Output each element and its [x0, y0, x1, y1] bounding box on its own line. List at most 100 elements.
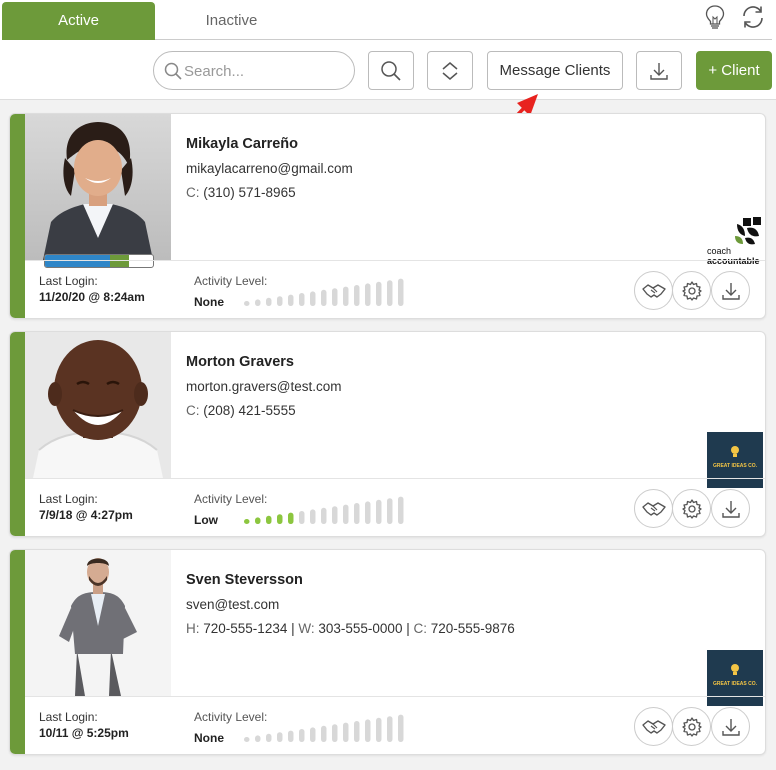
activity-bar [332, 288, 338, 306]
logo-text-coach: coach [707, 246, 731, 256]
client-phones: C: (310) 571-8965 [186, 185, 296, 200]
activity-bar [376, 281, 382, 306]
handshake-button[interactable] [634, 271, 673, 310]
tab-active[interactable]: Active [2, 2, 155, 40]
activity-bar [299, 511, 305, 524]
activity-level-value: None [194, 295, 224, 309]
download-button[interactable] [711, 489, 750, 528]
search-input[interactable] [184, 60, 344, 82]
last-login-label: Last Login: [39, 274, 98, 288]
search-box[interactable] [153, 51, 355, 90]
activity-bar [398, 496, 404, 524]
download-button[interactable] [711, 707, 750, 746]
settings-button[interactable] [672, 489, 711, 528]
activity-bar [288, 512, 294, 524]
settings-button[interactable] [672, 707, 711, 746]
sort-button[interactable] [427, 51, 473, 90]
activity-bar [321, 725, 327, 742]
progress-segment-green [109, 255, 130, 267]
card-divider [25, 260, 765, 261]
activity-bar [244, 737, 250, 742]
activity-bar [288, 730, 294, 742]
last-login-value: 11/20/20 @ 8:24am [39, 290, 145, 304]
activity-bar [376, 717, 382, 742]
activity-bar [321, 289, 327, 306]
download-button[interactable] [711, 271, 750, 310]
phone-label: C: [413, 621, 427, 636]
phone-number: (310) 571-8965 [203, 185, 296, 200]
tabs-bar: Active Inactive [0, 0, 776, 40]
activity-bar [365, 283, 371, 306]
download-button[interactable] [636, 51, 682, 90]
activity-level-value: Low [194, 513, 218, 527]
client-email[interactable]: morton.gravers@test.com [186, 379, 342, 394]
activity-meter [244, 278, 404, 306]
client-name[interactable]: Sven Steversson [186, 572, 303, 588]
activity-bar [299, 729, 305, 742]
card-divider [25, 478, 765, 479]
client-phones: H: 720-555-1234 | W: 303-555-0000 | C: 7… [186, 621, 515, 636]
client-email[interactable]: mikaylacarreno@gmail.com [186, 161, 353, 176]
activity-bar [354, 503, 360, 524]
card-accent [10, 114, 25, 318]
last-login-label: Last Login: [39, 492, 98, 506]
last-login-label: Last Login: [39, 710, 98, 724]
activity-bar [310, 727, 316, 742]
activity-bar [299, 293, 305, 306]
activity-bar [343, 286, 349, 306]
client-photo[interactable] [25, 114, 171, 260]
handshake-button[interactable] [634, 489, 673, 528]
handshake-button[interactable] [634, 707, 673, 746]
add-client-button[interactable]: + Client [696, 51, 772, 90]
client-name[interactable]: Morton Gravers [186, 354, 294, 370]
activity-bar [255, 299, 261, 306]
coach-accountable-logo: coach accountable [707, 214, 763, 270]
activity-bar [244, 519, 250, 524]
tab-inactive[interactable]: Inactive [155, 2, 308, 40]
activity-bar [266, 297, 272, 306]
refresh-icon[interactable] [740, 4, 766, 30]
client-card[interactable]: Sven Steversson sven@test.com H: 720-555… [9, 549, 766, 755]
card-accent [10, 332, 25, 536]
message-clients-button[interactable]: Message Clients [487, 51, 623, 90]
activity-bar [310, 291, 316, 306]
phone-number: 303-555-0000 [318, 621, 403, 636]
activity-bar [387, 716, 393, 742]
progress-segment-blue [45, 255, 110, 267]
activity-meter [244, 496, 404, 524]
activity-bar [365, 719, 371, 742]
activity-meter [244, 714, 404, 742]
client-photo-image [25, 550, 171, 696]
client-photo-image [25, 332, 171, 478]
client-card[interactable]: Mikayla Carreño mikaylacarreno@gmail.com… [9, 113, 766, 319]
phone-label: W: [298, 621, 315, 636]
logo-text-accountable: accountable [707, 256, 760, 266]
lightbulb-icon[interactable] [702, 4, 728, 30]
client-email[interactable]: sven@test.com [186, 597, 279, 612]
search-button[interactable] [368, 51, 414, 90]
handshake-icon [641, 501, 666, 516]
activity-bar [266, 515, 272, 524]
progress-bar [44, 254, 154, 268]
activity-bar [277, 296, 283, 306]
settings-button[interactable] [672, 271, 711, 310]
phone-label: H: [186, 621, 200, 636]
search-icon [164, 62, 182, 80]
client-photo[interactable] [25, 550, 171, 696]
activity-bar [277, 514, 283, 524]
activity-bar [354, 721, 360, 742]
card-accent [10, 550, 25, 754]
client-card[interactable]: Morton Gravers morton.gravers@test.com C… [9, 331, 766, 537]
logo-text: GREAT IDEAS CO. [713, 463, 758, 469]
phone-number: (208) 421-5555 [203, 403, 296, 418]
client-photo-image [25, 114, 171, 260]
activity-bar [255, 517, 261, 524]
last-login-value: 10/11 @ 5:25pm [39, 726, 129, 740]
handshake-icon [641, 719, 666, 734]
download-icon [721, 500, 740, 518]
client-photo[interactable] [25, 332, 171, 478]
activity-bar [398, 714, 404, 742]
phone-number: 720-555-1234 [203, 621, 288, 636]
client-name[interactable]: Mikayla Carreño [186, 136, 298, 152]
activity-bar [365, 501, 371, 524]
